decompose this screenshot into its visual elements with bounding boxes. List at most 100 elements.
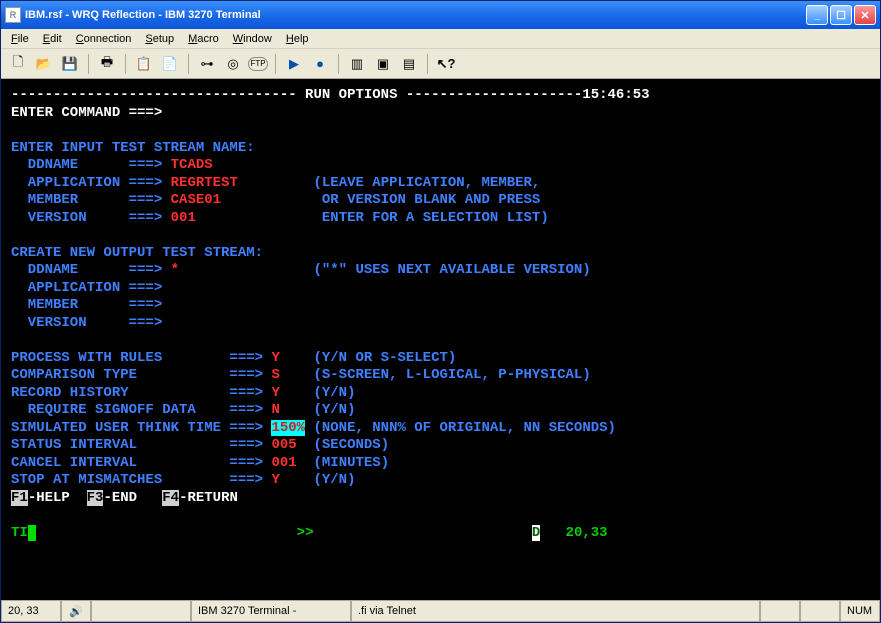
status-interval-hint: (SECONDS) (313, 437, 389, 453)
ftp-icon[interactable]: FTP (248, 57, 268, 71)
comparison-label: COMPARISON TYPE ===> (11, 367, 271, 383)
version-field[interactable]: 001 (171, 210, 196, 226)
status-blank3 (800, 601, 840, 622)
rule-line: --------------------- (406, 87, 582, 103)
f4-key[interactable]: F4 (162, 490, 179, 506)
save-icon[interactable]: 💾 (59, 53, 81, 75)
cancel-interval-field[interactable]: 001 (271, 455, 296, 471)
f3-label: -END (103, 490, 162, 506)
screen2-icon[interactable]: ▣ (372, 53, 394, 75)
ddname-field[interactable]: TCADS (171, 157, 213, 173)
comparison-field[interactable]: S (271, 367, 279, 383)
process-rules-label: PROCESS WITH RULES ===> (11, 350, 271, 366)
status-connection: .fi via Telnet (351, 601, 760, 622)
out-ddname-field[interactable]: * (171, 262, 179, 278)
connect-icon[interactable]: ⊶ (196, 53, 218, 75)
out-ddname-hint: ("*" USES NEXT AVAILABLE VERSION) (313, 262, 590, 278)
copy-icon[interactable]: 📋 (133, 53, 155, 75)
terminal-screen[interactable]: ---------------------------------- RUN O… (1, 79, 880, 600)
sound-icon: 🔊 (61, 601, 91, 622)
signoff-field[interactable]: N (271, 402, 279, 418)
f1-key[interactable]: F1 (11, 490, 28, 506)
think-time-field[interactable]: 150% (271, 420, 305, 436)
f1-label: -HELP (28, 490, 87, 506)
screen3-icon[interactable]: ▤ (398, 53, 420, 75)
think-time-label: SIMULATED USER THINK TIME ===> (11, 420, 271, 436)
output-section-header: CREATE NEW OUTPUT TEST STREAM: (11, 245, 263, 261)
out-ddname-label: DDNAME ===> (11, 262, 171, 278)
app-window: R IBM.rsf - WRQ Reflection - IBM 3270 Te… (0, 0, 881, 623)
out-app-label: APPLICATION ===> (11, 280, 162, 296)
close-button[interactable]: ✕ (854, 5, 876, 25)
stop-mismatch-field[interactable]: Y (271, 472, 279, 488)
version-hint: ENTER FOR A SELECTION LIST) (313, 210, 548, 226)
play-icon[interactable]: ▶ (283, 53, 305, 75)
comparison-hint: (S-SCREEN, L-LOGICAL, P-PHYSICAL) (313, 367, 590, 383)
f3-key[interactable]: F3 (87, 490, 104, 506)
version-label: VERSION ===> (11, 210, 171, 226)
menu-edit[interactable]: Edit (37, 31, 68, 47)
app-hint: (LEAVE APPLICATION, MEMBER, (313, 175, 540, 191)
oia-symbol: >> (297, 525, 314, 541)
separator (125, 54, 126, 74)
titlebar: R IBM.rsf - WRQ Reflection - IBM 3270 Te… (1, 1, 880, 29)
f4-label: -RETURN (179, 490, 238, 506)
menu-window[interactable]: Window (227, 31, 278, 47)
ddname-label: DDNAME ===> (11, 157, 171, 173)
status-interval-field[interactable]: 005 (271, 437, 296, 453)
application-field[interactable]: REGRTEST (171, 175, 238, 191)
title-text: IBM.rsf - WRQ Reflection - IBM 3270 Term… (25, 9, 806, 21)
member-field[interactable]: CASE01 (171, 192, 221, 208)
menu-connection[interactable]: Connection (70, 31, 138, 47)
out-mem-label: MEMBER ===> (11, 297, 162, 313)
separator (427, 54, 428, 74)
signoff-hint: (Y/N) (313, 402, 355, 418)
menu-macro[interactable]: Macro (182, 31, 225, 47)
cancel-interval-label: CANCEL INTERVAL ===> (11, 455, 271, 471)
status-blank2 (760, 601, 800, 622)
input-section-header: ENTER INPUT TEST STREAM NAME: (11, 140, 255, 156)
member-hint: OR VERSION BLANK AND PRESS (313, 192, 540, 208)
screen1-icon[interactable]: ▥ (346, 53, 368, 75)
help-icon[interactable]: ↖? (435, 53, 457, 75)
titlebar-buttons: _ ☐ ✕ (806, 5, 876, 25)
status-emulation: IBM 3270 Terminal - (191, 601, 351, 622)
member-label: MEMBER ===> (11, 192, 171, 208)
new-icon[interactable]: 🗋 (7, 53, 29, 75)
status-interval-label: STATUS INTERVAL ===> (11, 437, 271, 453)
status-blank1 (91, 601, 191, 622)
separator (275, 54, 276, 74)
open-icon[interactable]: 📂 (33, 53, 55, 75)
process-rules-field[interactable]: Y (271, 350, 279, 366)
paste-icon[interactable]: 📄 (159, 53, 181, 75)
menu-setup[interactable]: Setup (139, 31, 180, 47)
status-num: NUM (840, 601, 880, 622)
command-prompt: ENTER COMMAND ===> (11, 105, 162, 121)
oia-ti: TI (11, 525, 28, 541)
separator (338, 54, 339, 74)
status-cursor-pos: 20, 33 (1, 601, 61, 622)
think-time-hint: (NONE, NNN% OF ORIGINAL, NN SECONDS) (313, 420, 615, 436)
separator (188, 54, 189, 74)
menubar: File Edit Connection Setup Macro Window … (1, 29, 880, 49)
statusbar: 20, 33 🔊 IBM 3270 Terminal - .fi via Tel… (1, 600, 880, 622)
minimize-button[interactable]: _ (806, 5, 828, 25)
cancel-interval-hint: (MINUTES) (313, 455, 389, 471)
web-icon[interactable]: ◎ (222, 53, 244, 75)
record-icon[interactable]: ● (309, 53, 331, 75)
process-rules-hint: (Y/N OR S-SELECT) (313, 350, 456, 366)
cursor (28, 525, 36, 541)
menu-help[interactable]: Help (280, 31, 315, 47)
maximize-button[interactable]: ☐ (830, 5, 852, 25)
record-history-hint: (Y/N) (313, 385, 355, 401)
menu-file[interactable]: File (5, 31, 35, 47)
clock: 15:46:53 (582, 87, 649, 103)
print-icon[interactable]: 🖶 (96, 53, 118, 75)
signoff-label: REQUIRE SIGNOFF DATA ===> (11, 402, 271, 418)
oia-cursor-pos: 20,33 (566, 525, 608, 541)
app-icon: R (5, 7, 21, 23)
record-history-field[interactable]: Y (271, 385, 279, 401)
screen-title: RUN OPTIONS (297, 87, 406, 103)
out-ver-label: VERSION ===> (11, 315, 162, 331)
rule-line: ---------------------------------- (11, 87, 297, 103)
